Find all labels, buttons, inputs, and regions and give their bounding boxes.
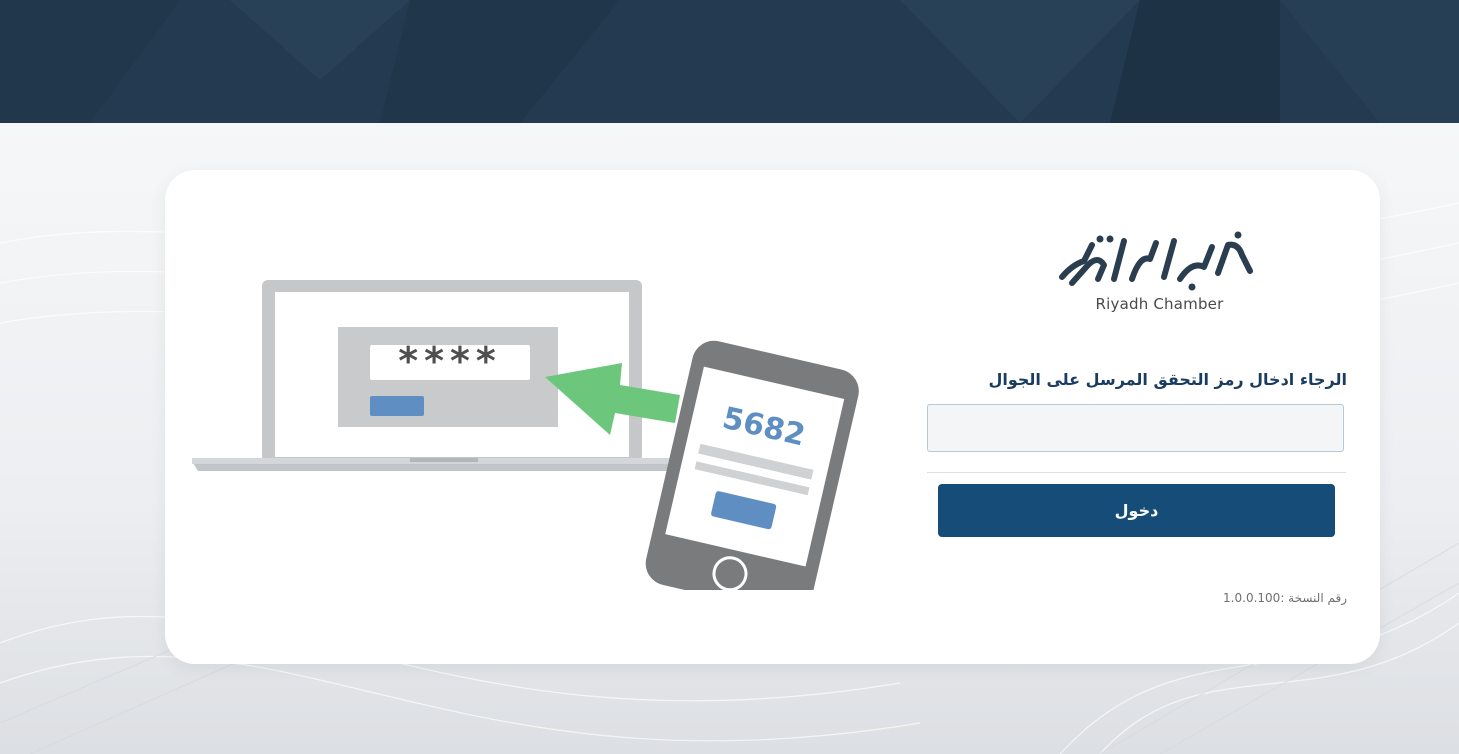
- version-text: رقم النسخة :1.0.0.100: [1223, 591, 1347, 605]
- top-banner: [0, 0, 1459, 123]
- otp-input[interactable]: [927, 404, 1344, 452]
- otp-label: الرجاء ادخال رمز التحقق المرسل على الجوا…: [988, 370, 1347, 389]
- laptop-graphic: ****: [192, 280, 710, 471]
- phone-graphic: 5682: [645, 340, 859, 614]
- logo-latin-text: Riyadh Chamber: [1095, 295, 1224, 313]
- otp-card: **** 5682 Riyadh Chamber الرجاء ادخال رم…: [165, 170, 1380, 664]
- riyadh-chamber-logo: Riyadh Chamber: [1052, 225, 1267, 315]
- login-button[interactable]: دخول: [938, 484, 1335, 537]
- otp-illustration: **** 5682: [190, 275, 875, 614]
- otp-form: Riyadh Chamber الرجاء ادخال رمز التحقق ا…: [927, 220, 1347, 620]
- divider: [927, 472, 1346, 473]
- logo-mark-icon: [1059, 231, 1253, 291]
- masked-code-text: ****: [398, 339, 502, 383]
